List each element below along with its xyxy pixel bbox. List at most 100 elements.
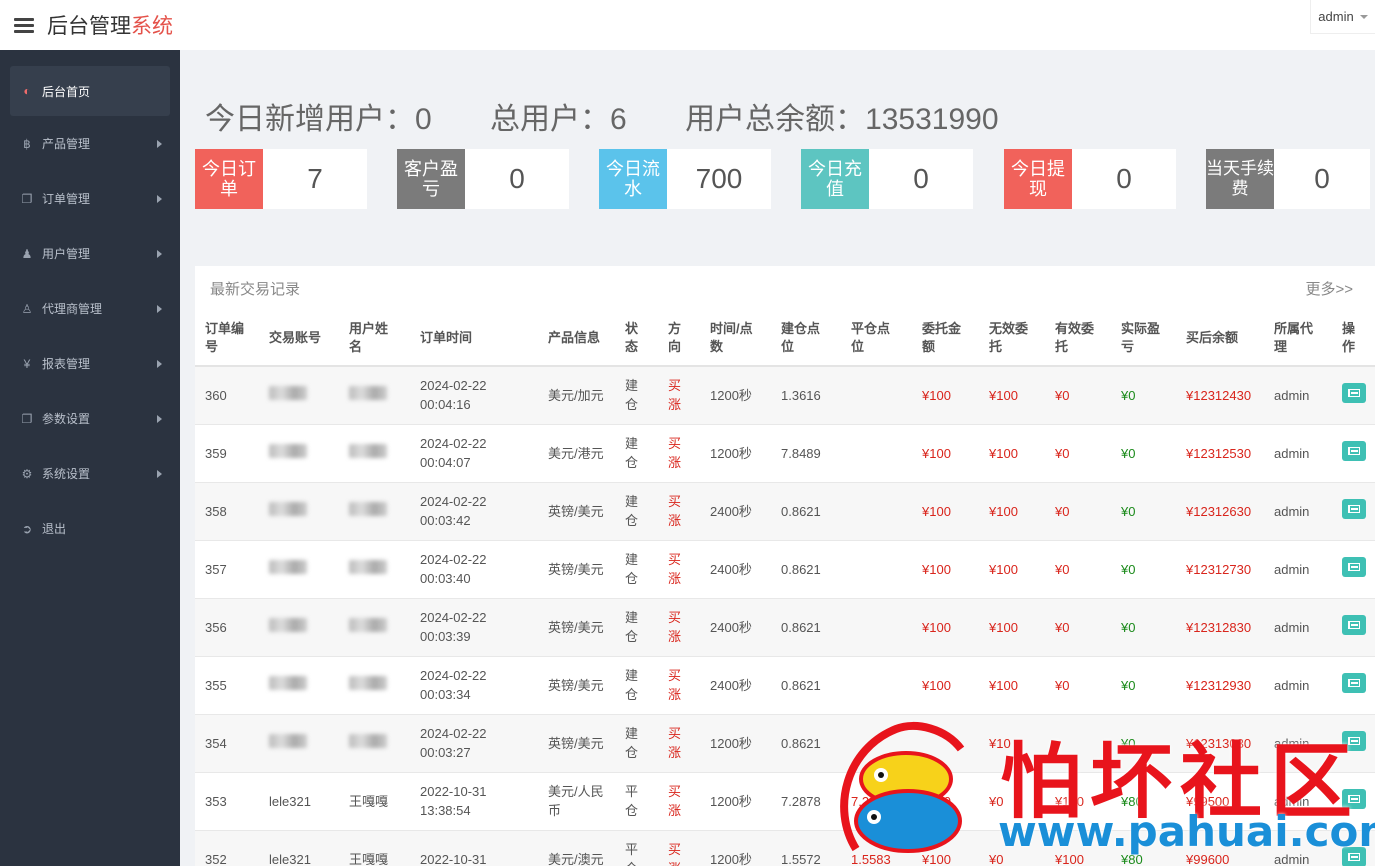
order-clock: 00:03:42 [420, 513, 471, 528]
sidebar-item-reports[interactable]: ¥ 报表管理 [0, 336, 180, 391]
cell-invalid: ¥100 [979, 366, 1045, 425]
copy-icon: ❐ [21, 191, 33, 206]
top-bar: 后台管理系统 admin [0, 0, 1375, 50]
view-detail-button[interactable] [1342, 672, 1366, 693]
cell-order-id: 359 [195, 424, 259, 483]
sidebar-item-agents[interactable]: ♙ 代理商管理 [0, 281, 180, 336]
cell-order-time: 2022-10-31 [410, 830, 538, 866]
view-detail-button[interactable] [1342, 498, 1366, 519]
cell-balance: ¥12312430 [1176, 366, 1264, 425]
total-users-stat: 总用户：6 [490, 103, 627, 136]
view-detail-button[interactable] [1342, 440, 1366, 461]
order-clock: 00:03:39 [420, 629, 471, 644]
cell-valid: ¥0 [1045, 598, 1111, 657]
view-detail-button[interactable] [1342, 730, 1366, 751]
card-value: 0 [1314, 163, 1330, 194]
view-detail-button[interactable] [1342, 788, 1366, 809]
more-link[interactable]: 更多>> [1305, 278, 1353, 299]
sidebar-item-users[interactable]: ♟ 用户管理 [0, 226, 180, 281]
view-detail-button[interactable] [1342, 556, 1366, 577]
sidebar-item-logout[interactable]: ➲ 退出 [0, 501, 180, 556]
table-row: 360 2024-02-22 00:04:16 美元/加元 建仓 买涨 1200秒 1.361… [195, 366, 1375, 425]
cell-close-price: 1.5583 [841, 830, 912, 866]
cell-order-id: 352 [195, 830, 259, 866]
cell-amount: ¥100 [912, 424, 979, 483]
order-date: 2024-02-22 [420, 436, 487, 451]
cell-agent: admin [1264, 598, 1332, 657]
cell-action[interactable] [1332, 540, 1375, 599]
cell-action[interactable] [1332, 656, 1375, 715]
cell-name [339, 714, 410, 773]
chevron-right-icon [157, 304, 162, 313]
col-order-id: 订单编号 [195, 310, 259, 367]
cell-valid: ¥0 [1045, 656, 1111, 715]
cell-action[interactable] [1332, 714, 1375, 773]
cell-action[interactable] [1332, 482, 1375, 541]
cell-action[interactable] [1332, 598, 1375, 657]
cell-action[interactable] [1332, 366, 1375, 425]
table-row: 354 2024-02-22 00:03:27 英镑/美元 建仓 买涨 1200秒 0.862… [195, 714, 1375, 773]
cell-invalid: ¥0 [979, 772, 1045, 831]
sidebar-item-label: 产品管理 [42, 137, 91, 151]
copy-icon: ❐ [21, 411, 33, 426]
cell-open-price: 0.8621 [771, 714, 841, 773]
sidebar-item-dashboard[interactable]: ◐ 后台首页 [10, 66, 170, 116]
cell-open-price: 0.8621 [771, 656, 841, 715]
new-users-value: 0 [415, 103, 432, 136]
col-name: 用户姓名 [339, 310, 410, 367]
user-menu[interactable]: admin [1310, 0, 1375, 34]
yen-icon: ¥ [23, 356, 31, 371]
menu-toggle-icon[interactable] [14, 15, 34, 36]
cell-pnl: ¥0 [1111, 540, 1176, 599]
cell-account [259, 540, 339, 599]
cell-account [259, 424, 339, 483]
card-label: 今日订单 [195, 149, 263, 209]
table-row: 352lele321王嘎嘎2022-10-31美元/澳元平仓买涨1200秒1.5… [195, 830, 1375, 866]
cell-close-price [841, 656, 912, 715]
view-detail-button[interactable] [1342, 846, 1366, 866]
redacted-text [349, 617, 387, 632]
order-date: 2024-02-22 [420, 494, 487, 509]
order-date: 2024-02-22 [420, 668, 487, 683]
cell-open-price: 0.8621 [771, 540, 841, 599]
redacted-text [269, 385, 307, 400]
sign-out-icon: ➲ [21, 521, 33, 536]
table-row: 356 2024-02-22 00:03:39 英镑/美元 建仓 买涨 2400秒 0.862… [195, 598, 1375, 657]
card-label: 当天手续费 [1206, 149, 1274, 209]
order-clock: 00:03:27 [420, 745, 471, 760]
cell-action[interactable] [1332, 830, 1375, 866]
sidebar-item-params[interactable]: ❐ 参数设置 [0, 391, 180, 446]
cell-valid: ¥100 [1045, 772, 1111, 831]
cell-pnl: ¥0 [1111, 482, 1176, 541]
order-date: 2022-10-31 [420, 784, 487, 799]
cell-pnl: ¥0 [1111, 714, 1176, 773]
cell-pnl: ¥0 [1111, 424, 1176, 483]
cell-name [339, 366, 410, 425]
cell-account [259, 714, 339, 773]
cell-order-id: 355 [195, 656, 259, 715]
cell-amount: ¥100 [912, 540, 979, 599]
view-detail-button[interactable] [1342, 614, 1366, 635]
cell-name [339, 482, 410, 541]
cell-product: 美元/人民币 [538, 772, 615, 831]
cell-name: 王嘎嘎 [339, 772, 410, 831]
sidebar-item-system[interactable]: ⚙ 系统设置 [0, 446, 180, 501]
view-detail-button[interactable] [1342, 382, 1366, 403]
redacted-text [349, 385, 387, 400]
cell-valid: ¥0 [1045, 540, 1111, 599]
cell-action[interactable] [1332, 424, 1375, 483]
cell-close-price [841, 540, 912, 599]
col-status: 状态 [615, 310, 658, 367]
sidebar-item-products[interactable]: ฿ 产品管理 [0, 116, 180, 171]
cell-direction: 买涨 [658, 482, 700, 541]
cell-product: 英镑/美元 [538, 598, 615, 657]
chevron-right-icon [157, 139, 162, 148]
cell-status: 平仓 [615, 772, 658, 831]
cell-action[interactable] [1332, 772, 1375, 831]
sidebar-item-orders[interactable]: ❐ 订单管理 [0, 171, 180, 226]
card-label: 今日流水 [599, 149, 667, 209]
panel-header: 最新交易记录 更多>> [195, 266, 1375, 310]
card-today-deposit: 今日充值 0 [801, 149, 973, 209]
cell-duration: 1200秒 [700, 424, 771, 483]
cell-product: 美元/加元 [538, 366, 615, 425]
